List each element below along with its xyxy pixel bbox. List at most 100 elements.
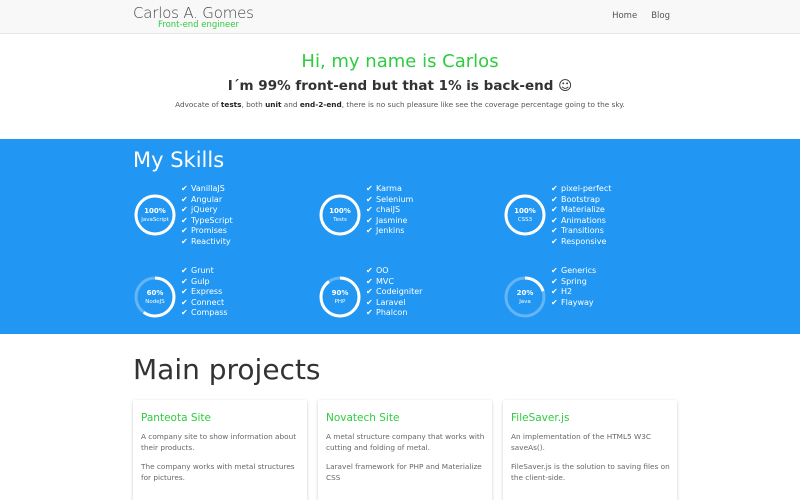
skill-item-label: jQuery bbox=[191, 205, 218, 215]
check-icon: ✔ bbox=[551, 266, 558, 275]
nav-home-link[interactable]: Home bbox=[612, 11, 637, 21]
check-icon: ✔ bbox=[366, 226, 373, 236]
check-icon: ✔ bbox=[551, 194, 558, 204]
skill-item: ✔ Reactivity bbox=[181, 237, 233, 248]
skill-item: ✔ Flayway bbox=[551, 298, 596, 309]
skill-item-label: Compass bbox=[191, 308, 228, 318]
skill-list: ✔ Karma ✔ Selenium ✔ chaiJS ✔ Jasmine ✔ Jenkins bbox=[366, 184, 413, 237]
project-title[interactable]: FileSaver.js bbox=[511, 412, 569, 424]
check-icon: ✔ bbox=[551, 287, 558, 297]
project-title[interactable]: Panteota Site bbox=[141, 412, 211, 424]
hero-section: Hi, my name is Carlos I´m 99% front-end … bbox=[0, 34, 800, 139]
check-icon: ✔ bbox=[181, 184, 188, 193]
skill-progress-ring: 100% JavaScript bbox=[133, 193, 177, 237]
progress-ring-icon bbox=[134, 194, 176, 236]
skill-group: 100% Tests ✔ Karma ✔ Selenium ✔ chaiJS ✔ Jasmine ✔… bbox=[318, 184, 498, 257]
skill-item: ✔ Codeigniter bbox=[366, 287, 422, 298]
skill-item: ✔ OO bbox=[366, 266, 422, 277]
skill-item-label: Laravel bbox=[376, 297, 406, 307]
skill-item: ✔ Phalcon bbox=[366, 308, 422, 319]
hero-subtitle: I´m 99% front-end but that 1% is back-en… bbox=[227, 78, 573, 94]
skill-item: ✔ Transitions bbox=[551, 226, 611, 237]
progress-ring-icon bbox=[134, 276, 176, 318]
progress-arc bbox=[319, 276, 361, 318]
progress-ring-icon bbox=[319, 276, 361, 318]
skill-item-label: MVC bbox=[376, 276, 394, 286]
check-icon: ✔ bbox=[366, 308, 373, 318]
check-icon: ✔ bbox=[366, 194, 373, 204]
brand[interactable]: Carlos A. Gomes Front-end engineer bbox=[133, 5, 254, 30]
project-card[interactable]: Panteota Site A company site to show inf… bbox=[133, 400, 307, 500]
check-icon: ✔ bbox=[366, 266, 373, 275]
check-icon: ✔ bbox=[366, 297, 373, 307]
project-card[interactable]: Novatech Site A metal structure company … bbox=[318, 400, 492, 500]
skill-item-label: Jasmine bbox=[376, 215, 408, 225]
check-icon: ✔ bbox=[366, 205, 373, 215]
project-title[interactable]: Novatech Site bbox=[326, 412, 399, 424]
project-description: A metal structure company that works wit… bbox=[326, 432, 485, 452]
skill-item: ✔ Karma bbox=[366, 184, 413, 195]
project-card[interactable]: FileSaver.js An implementation of the HT… bbox=[503, 400, 677, 500]
skill-item: ✔ Jenkins bbox=[366, 226, 413, 237]
skill-percent: 100% bbox=[329, 207, 351, 215]
skill-item-label: Gulp bbox=[191, 276, 210, 286]
skill-progress-ring: 20% Java bbox=[503, 275, 547, 319]
skill-item: ✔ Gulp bbox=[181, 277, 228, 288]
skill-item: ✔ Animations bbox=[551, 216, 611, 227]
skill-item-label: Bootstrap bbox=[561, 194, 600, 204]
progress-ring-icon bbox=[504, 194, 546, 236]
check-icon: ✔ bbox=[366, 215, 373, 225]
skill-percent: 60% bbox=[146, 289, 164, 297]
project-details: Laravel framework for PHP and Materializ… bbox=[326, 462, 482, 482]
check-icon: ✔ bbox=[551, 297, 558, 307]
main-nav: Home Blog bbox=[612, 11, 670, 21]
check-icon: ✔ bbox=[181, 276, 188, 286]
skills-title: My Skills bbox=[133, 148, 225, 172]
skill-progress-ring: 90% PHP bbox=[318, 275, 362, 319]
progress-arc bbox=[504, 194, 546, 236]
progress-ring-icon bbox=[319, 194, 361, 236]
check-icon: ✔ bbox=[181, 266, 188, 275]
skill-item-label: Spring bbox=[561, 276, 587, 286]
progress-arc bbox=[134, 194, 176, 236]
check-icon: ✔ bbox=[181, 308, 188, 318]
skill-item: ✔ Angular bbox=[181, 195, 233, 206]
progress-ring-icon bbox=[504, 276, 546, 318]
skill-list: ✔ VanillaJS ✔ Angular ✔ jQuery ✔ TypeScript ✔ Pro… bbox=[181, 184, 233, 248]
skill-item: ✔ Materialize bbox=[551, 205, 611, 216]
check-icon: ✔ bbox=[366, 287, 373, 297]
skill-percent: 90% bbox=[331, 289, 349, 297]
skill-list: ✔ Generics ✔ Spring ✔ H2 ✔ Flayway bbox=[551, 266, 596, 308]
skill-item-label: Animations bbox=[561, 215, 606, 225]
skill-item-label: pixel-perfect bbox=[561, 184, 612, 193]
skill-item-label: Reactivity bbox=[191, 236, 231, 246]
skill-list: ✔ Grunt ✔ Gulp ✔ Express ✔ Connect ✔ Compass bbox=[181, 266, 228, 319]
nav-blog-link[interactable]: Blog bbox=[651, 11, 670, 21]
skill-progress-ring: 100% CSS3 bbox=[503, 193, 547, 237]
skill-item-label: Transitions bbox=[561, 226, 604, 236]
skill-item-label: Generics bbox=[561, 266, 597, 275]
skill-group: 20% Java ✔ Generics ✔ Spring ✔ H2 ✔ Flayway bbox=[503, 266, 683, 339]
skill-item: ✔ MVC bbox=[366, 277, 422, 288]
project-details: The company works with metal structures … bbox=[141, 462, 295, 482]
skill-group: 100% JavaScript ✔ VanillaJS ✔ Angular ✔ jQuery ✔… bbox=[133, 184, 313, 257]
skill-progress-ring: 100% Tests bbox=[318, 193, 362, 237]
skill-item-label: Materialize bbox=[561, 205, 605, 215]
skill-item: ✔ Express bbox=[181, 287, 228, 298]
check-icon: ✔ bbox=[181, 236, 188, 246]
skill-item-label: Grunt bbox=[191, 266, 214, 275]
skill-item: ✔ jQuery bbox=[181, 205, 233, 216]
skill-group: 60% NodeJS ✔ Grunt ✔ Gulp ✔ Express ✔ Connect ✔ Com… bbox=[133, 266, 313, 339]
skill-item-label: VanillaJS bbox=[191, 184, 225, 193]
skill-item-label: Responsive bbox=[561, 236, 607, 246]
skill-item-label: TypeScript bbox=[191, 215, 233, 225]
skill-name: Tests bbox=[333, 217, 347, 223]
skill-item-label: Promises bbox=[191, 226, 227, 236]
skill-percent: 100% bbox=[144, 207, 166, 215]
skill-percent: 100% bbox=[514, 207, 536, 215]
skill-item-label: Express bbox=[191, 287, 223, 297]
skill-progress-ring: 60% NodeJS bbox=[133, 275, 177, 319]
skill-item: ✔ pixel-perfect bbox=[551, 184, 611, 195]
skill-item-label: Flayway bbox=[561, 297, 594, 307]
skill-item-label: OO bbox=[376, 266, 389, 275]
